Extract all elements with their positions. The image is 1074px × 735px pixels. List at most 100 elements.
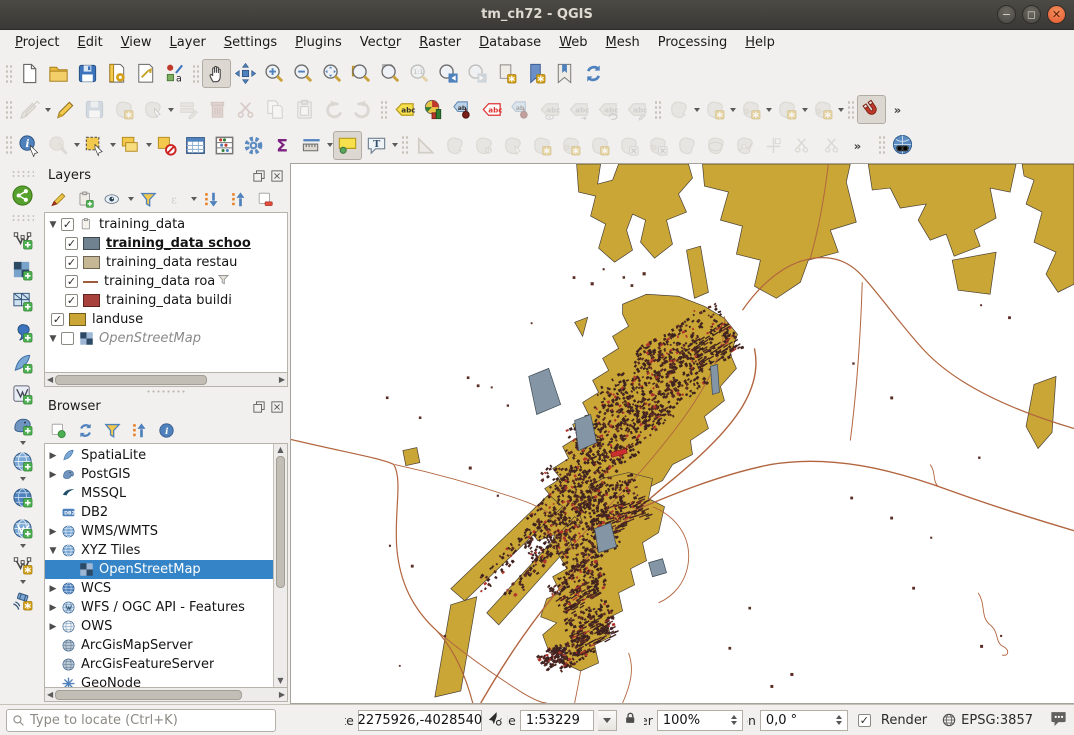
magnifier-input[interactable]: 100% (657, 710, 743, 731)
toolbar-handle[interactable] (4, 99, 13, 121)
browser-item-wms-wmts[interactable]: ▶WMS/WMTS (45, 522, 273, 541)
render-checkbox[interactable]: ✓ Render (858, 713, 927, 728)
expander-icon[interactable]: ▼ (45, 220, 61, 230)
manage-map-themes-button[interactable] (100, 187, 125, 211)
scroll-right-arrow[interactable]: ▶ (277, 689, 287, 701)
coordinate-input[interactable]: 2275926,-4028540 (358, 710, 482, 731)
layers-h-scrollbar[interactable]: ◀ ▶ (44, 373, 288, 387)
layers-close-button[interactable] (269, 169, 284, 183)
menu-view[interactable]: View (112, 32, 161, 53)
zoom-last-button[interactable] (434, 59, 463, 88)
browser-close-button[interactable] (269, 400, 284, 414)
menu-plugins[interactable]: Plugins (286, 32, 351, 53)
menu-layer[interactable]: Layer (161, 32, 215, 53)
collapse-all-browser-button[interactable] (127, 418, 152, 442)
layer-item-training-data-restau[interactable]: ✓training_data restau (45, 253, 287, 272)
browser-item-openstreetmap[interactable]: OpenStreetMap (45, 560, 273, 579)
visibility-checkbox[interactable]: ✓ (61, 218, 74, 231)
pan-to-selection-button[interactable] (231, 59, 260, 88)
add-wms-layer-dropdown[interactable] (20, 477, 26, 481)
toolbar-handle[interactable] (846, 99, 855, 121)
expander-icon[interactable]: ▼ (45, 334, 61, 344)
layer-item-training-data-buildi[interactable]: ✓training_data buildi (45, 291, 287, 310)
panel-splitter[interactable] (44, 387, 288, 396)
scroll-thumb[interactable] (55, 690, 242, 700)
refresh-map-button[interactable] (579, 59, 608, 88)
new-spatialite-layer-button[interactable] (6, 348, 38, 378)
add-wfs-layer-dropdown[interactable] (20, 544, 26, 548)
lock-scale-icon[interactable] (623, 711, 638, 730)
toolbar-extension-2-button[interactable]: » (846, 131, 875, 160)
processing-toolbox-button[interactable] (239, 131, 268, 160)
title-bar[interactable]: tm_ch72 - QGIS −◻✕ (0, 0, 1074, 30)
open-project-button[interactable] (44, 59, 73, 88)
browser-float-button[interactable] (251, 400, 266, 414)
layer-item-training-data-schoo[interactable]: ✓training_data schoo (45, 234, 287, 253)
expand-all-button[interactable] (199, 187, 224, 211)
menu-web[interactable]: Web (550, 32, 596, 53)
browser-item-arcgisfeatureserver[interactable]: ArcGisFeatureServer (45, 655, 273, 674)
filter-browser-button[interactable] (100, 418, 125, 442)
toolbar-handle[interactable] (379, 99, 388, 121)
add-virtual-layer-dropdown[interactable] (20, 580, 26, 584)
enable-snapping-button[interactable] (857, 95, 886, 124)
new-raster-layer-button[interactable] (6, 255, 38, 285)
text-annotation-dropdown[interactable] (392, 143, 398, 147)
expander-icon[interactable]: ▼ (45, 546, 61, 556)
visibility-checkbox[interactable]: ✓ (65, 275, 78, 288)
filter-by-expression-dropdown[interactable] (191, 197, 197, 201)
remove-layer-button[interactable] (253, 187, 278, 211)
layers-float-button[interactable] (251, 169, 266, 183)
scroll-up-arrow[interactable]: ▲ (275, 444, 285, 456)
zoom-full-button[interactable] (318, 59, 347, 88)
visibility-checkbox[interactable]: ✓ (65, 294, 78, 307)
menu-mesh[interactable]: Mesh (597, 32, 649, 53)
expander-icon[interactable]: ▶ (45, 451, 61, 461)
toolbar-handle[interactable] (400, 134, 409, 156)
browser-item-ows[interactable]: ▶OWS (45, 617, 273, 636)
menu-processing[interactable]: Processing (649, 32, 736, 53)
layer-labeling-button[interactable]: abc (390, 95, 419, 124)
map-canvas[interactable] (290, 163, 1074, 704)
scroll-thumb[interactable] (276, 456, 285, 588)
pan-map-button[interactable] (202, 59, 231, 88)
add-wcs-layer-button[interactable] (6, 482, 38, 512)
new-vector-layer-button[interactable] (6, 224, 38, 254)
new-spatial-bookmark-button[interactable] (492, 59, 521, 88)
browser-item-db2[interactable]: DB2DB2 (45, 503, 273, 522)
visibility-checkbox[interactable]: ✓ (51, 313, 64, 326)
show-spatial-bookmarks-button[interactable] (521, 59, 550, 88)
toolbar-handle[interactable] (653, 99, 662, 121)
toolbar-handle[interactable] (4, 63, 13, 85)
text-annotation-button[interactable]: T (362, 131, 391, 160)
minimize-button[interactable]: − (997, 5, 1016, 24)
browser-item-geonode[interactable]: GeoNode (45, 674, 273, 687)
statistical-summary-button[interactable]: Σ (268, 131, 297, 160)
filter-legend-button[interactable] (136, 187, 161, 211)
scroll-left-arrow[interactable]: ◀ (45, 689, 55, 701)
extents-toggle-icon[interactable] (486, 710, 503, 731)
highlight-pinned-labels-button[interactable]: abc (477, 95, 506, 124)
add-vector-layer-button[interactable] (6, 379, 38, 409)
zoom-to-selection-button[interactable] (347, 59, 376, 88)
toggle-editing-button[interactable] (51, 95, 80, 124)
expander-icon[interactable]: ▶ (45, 470, 61, 480)
rotation-input[interactable]: 0,0 ° (760, 710, 848, 731)
scale-dropdown-button[interactable] (598, 710, 617, 731)
bookmark-manager-button[interactable] (550, 59, 579, 88)
measure-button[interactable] (297, 131, 326, 160)
maximize-button[interactable]: ◻ (1022, 5, 1041, 24)
menu-settings[interactable]: Settings (215, 32, 286, 53)
browser-item-xyz-tiles[interactable]: ▼XYZ Tiles (45, 541, 273, 560)
menu-project[interactable]: Project (6, 32, 69, 53)
collapse-all-button[interactable] (226, 187, 251, 211)
zoom-to-layer-button[interactable] (376, 59, 405, 88)
locator-input[interactable]: Type to locate (Ctrl+K) (6, 709, 276, 732)
zoom-out-button[interactable] (289, 59, 318, 88)
toolbar-handle[interactable] (10, 213, 34, 221)
add-wms-layer-button[interactable] (6, 446, 38, 476)
new-geopackage-layer-button[interactable] (6, 317, 38, 347)
toolbar-handle[interactable] (4, 134, 13, 156)
layer-item-training-data-roa[interactable]: ✓training_data roa (45, 272, 287, 291)
menu-help[interactable]: Help (736, 32, 784, 53)
